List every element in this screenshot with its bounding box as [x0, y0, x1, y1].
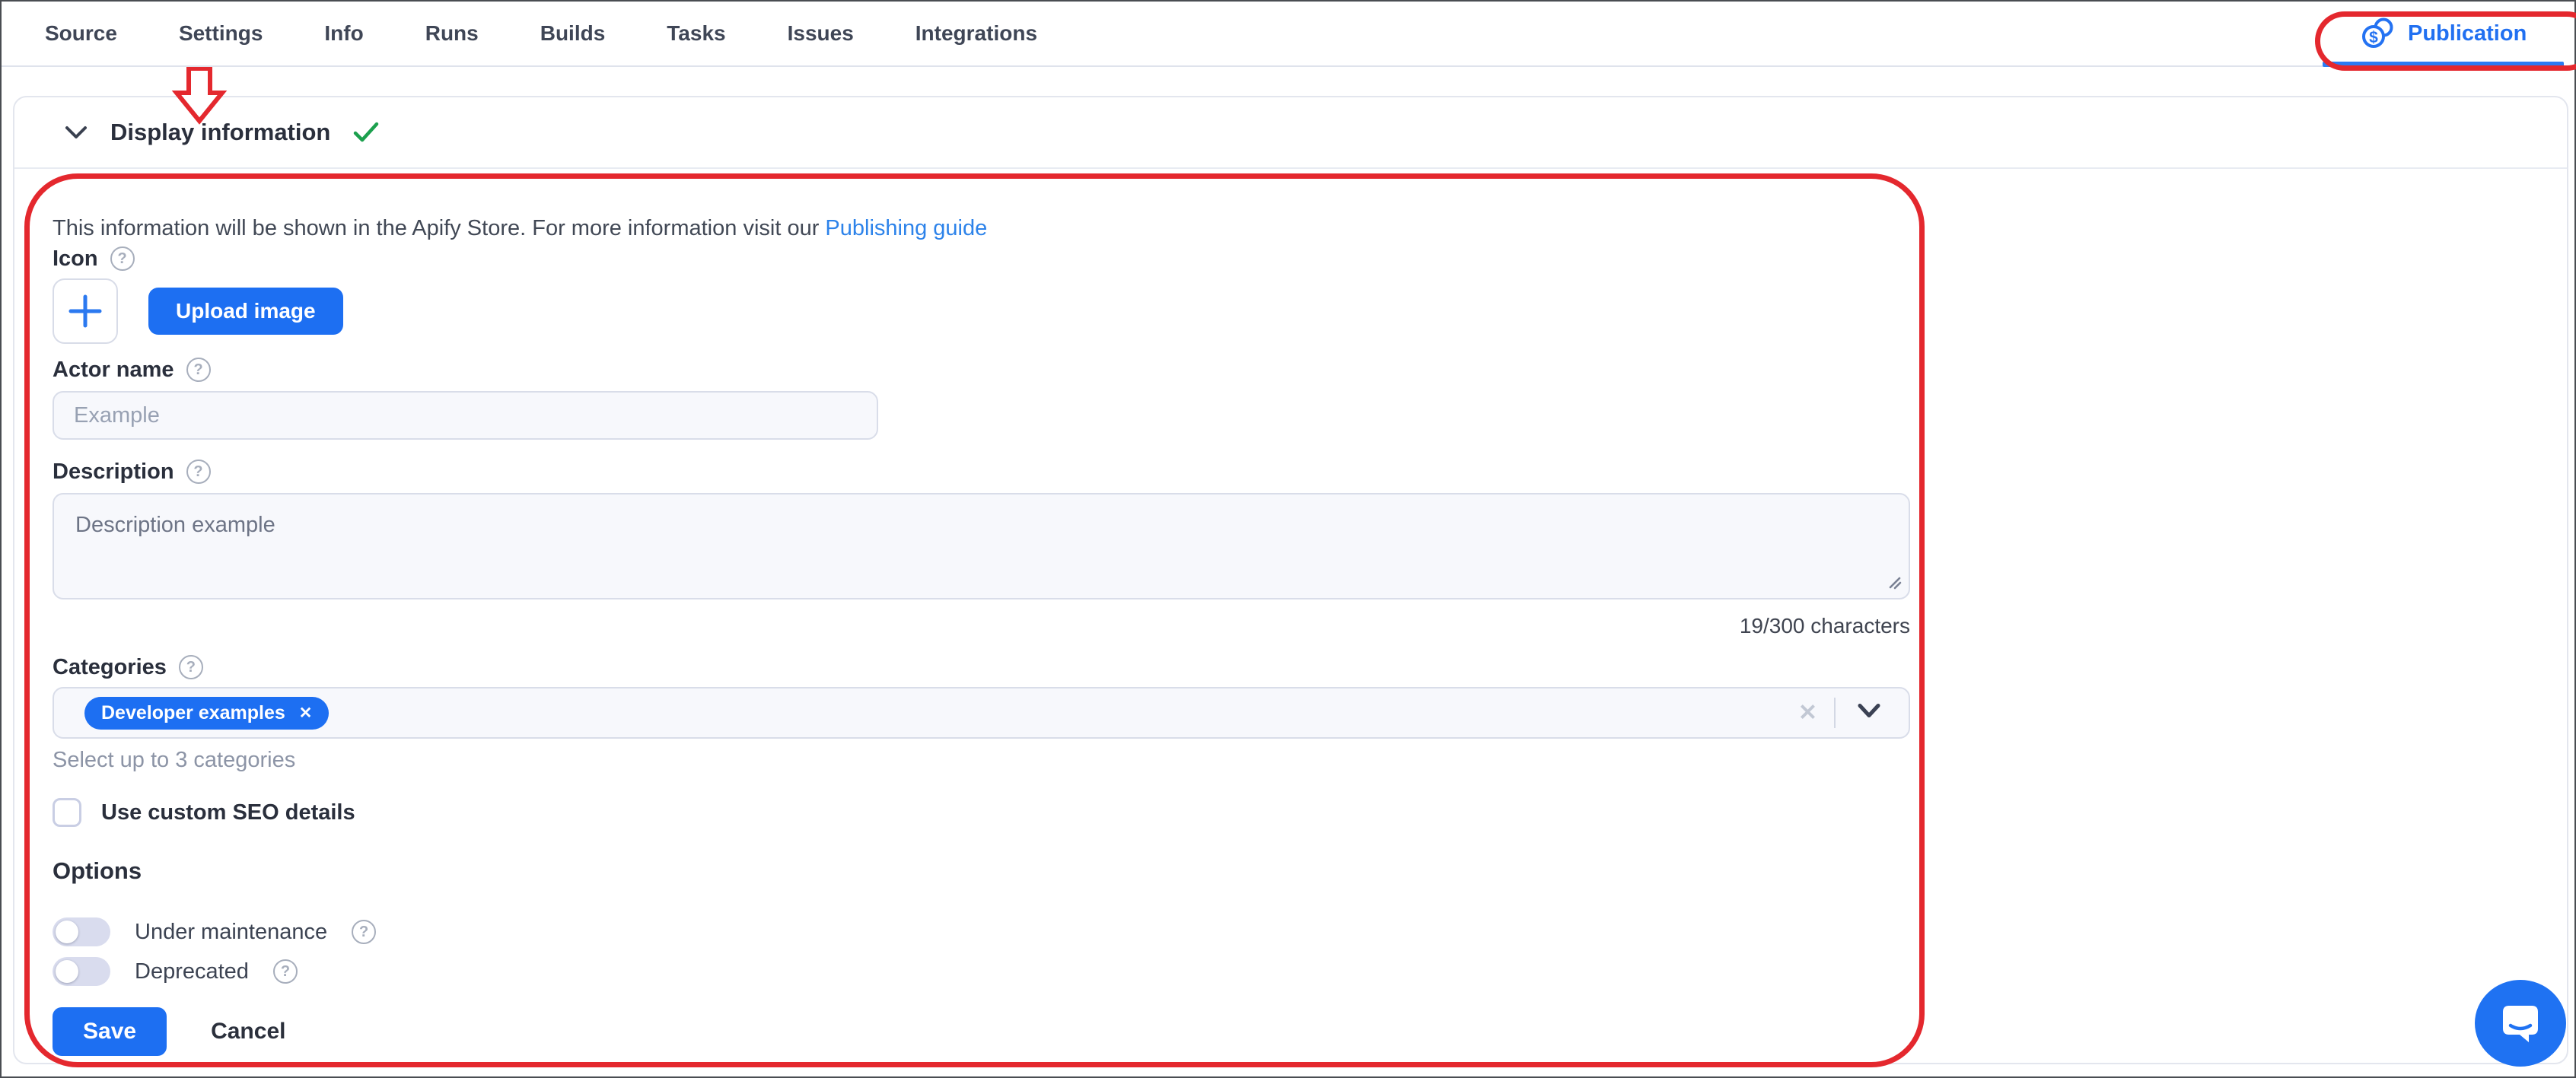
display-information-form: This information will be shown in the Ap…: [14, 169, 2567, 1057]
chat-icon: [2497, 1001, 2544, 1045]
icon-upload-row: Upload image: [53, 278, 2529, 344]
tab-settings[interactable]: Settings: [179, 21, 263, 46]
form-actions: Save Cancel: [53, 1006, 2529, 1057]
tab-info[interactable]: Info: [324, 21, 363, 46]
deprecated-label: Deprecated: [135, 959, 249, 984]
chevron-down-icon: [65, 125, 88, 140]
description-label: Description: [53, 460, 174, 485]
active-tab-underline: [2323, 62, 2564, 67]
tab-runs[interactable]: Runs: [425, 21, 479, 46]
tab-tasks[interactable]: Tasks: [667, 21, 725, 46]
toggle-knob: [56, 921, 78, 943]
display-information-header[interactable]: Display information: [14, 97, 2567, 169]
deprecated-row: Deprecated ?: [53, 956, 2529, 987]
publishing-guide-link[interactable]: Publishing guide: [825, 216, 987, 240]
options-heading: Options: [53, 857, 2529, 886]
help-icon[interactable]: ?: [179, 655, 203, 679]
section-title: Display information: [110, 119, 330, 146]
icon-field-label: Icon: [53, 246, 98, 272]
tag-remove-icon[interactable]: ✕: [299, 704, 313, 723]
categories-select[interactable]: Developer examples ✕ ✕: [53, 687, 1910, 739]
tab-list: Source Settings Info Runs Builds Tasks I…: [2, 21, 1037, 46]
categories-helper-text: Select up to 3 categories: [53, 748, 2529, 775]
actor-name-input[interactable]: [53, 391, 878, 440]
select-divider: [1834, 698, 1836, 728]
cancel-button[interactable]: Cancel: [211, 1019, 285, 1045]
deprecated-toggle[interactable]: [53, 957, 110, 986]
tab-issues[interactable]: Issues: [788, 21, 854, 46]
chat-launcher-button[interactable]: [2475, 980, 2566, 1067]
tab-publication[interactable]: $ Publication: [2361, 2, 2527, 65]
caret-down-icon[interactable]: [1854, 702, 1884, 724]
save-button[interactable]: Save: [53, 1007, 167, 1056]
seo-checkbox[interactable]: [53, 798, 81, 827]
resize-handle-icon[interactable]: [1884, 572, 1903, 594]
tab-source[interactable]: Source: [45, 21, 117, 46]
categories-label-row: Categories ?: [53, 653, 2529, 681]
tab-builds[interactable]: Builds: [540, 21, 606, 46]
help-icon[interactable]: ?: [352, 920, 376, 944]
intro-text: This information will be shown in the Ap…: [53, 215, 2529, 242]
tab-integrations[interactable]: Integrations: [915, 21, 1037, 46]
categories-label: Categories: [53, 655, 167, 680]
icon-field-label-row: Icon ?: [53, 245, 2529, 272]
character-counter: 19/300 characters: [53, 614, 1910, 640]
description-textarea-wrap: Description example: [53, 493, 1910, 603]
category-tag[interactable]: Developer examples ✕: [84, 697, 329, 730]
help-icon[interactable]: ?: [186, 358, 211, 382]
description-textarea[interactable]: Description example: [53, 493, 1910, 599]
category-tag-label: Developer examples: [101, 702, 285, 724]
icon-placeholder-button[interactable]: [53, 278, 118, 344]
plus-icon: [68, 294, 103, 329]
help-icon[interactable]: ?: [273, 959, 298, 984]
help-icon[interactable]: ?: [186, 460, 211, 484]
svg-text:$: $: [2369, 29, 2378, 46]
under-maintenance-row: Under maintenance ?: [53, 917, 2529, 947]
seo-checkbox-row: Use custom SEO details: [53, 797, 2529, 828]
description-label-row: Description ?: [53, 458, 2529, 485]
check-icon: [353, 122, 379, 143]
coins-icon: $: [2361, 16, 2396, 51]
actor-name-label: Actor name: [53, 358, 174, 383]
clear-selection-icon[interactable]: ✕: [1798, 700, 1817, 727]
toggle-knob: [56, 960, 78, 983]
under-maintenance-label: Under maintenance: [135, 920, 327, 945]
intro-text-static: This information will be shown in the Ap…: [53, 216, 825, 240]
actor-name-label-row: Actor name ?: [53, 356, 2529, 383]
seo-checkbox-label: Use custom SEO details: [101, 800, 355, 825]
tab-bar: Source Settings Info Runs Builds Tasks I…: [2, 2, 2574, 67]
help-icon[interactable]: ?: [110, 246, 135, 271]
tab-publication-label: Publication: [2408, 21, 2527, 46]
display-information-card: Display information This information wil…: [13, 96, 2568, 1064]
under-maintenance-toggle[interactable]: [53, 917, 110, 946]
upload-image-button[interactable]: Upload image: [148, 288, 343, 335]
publication-settings-page: { "tabs": { "items": ["Source", "Setting…: [0, 0, 2576, 1078]
